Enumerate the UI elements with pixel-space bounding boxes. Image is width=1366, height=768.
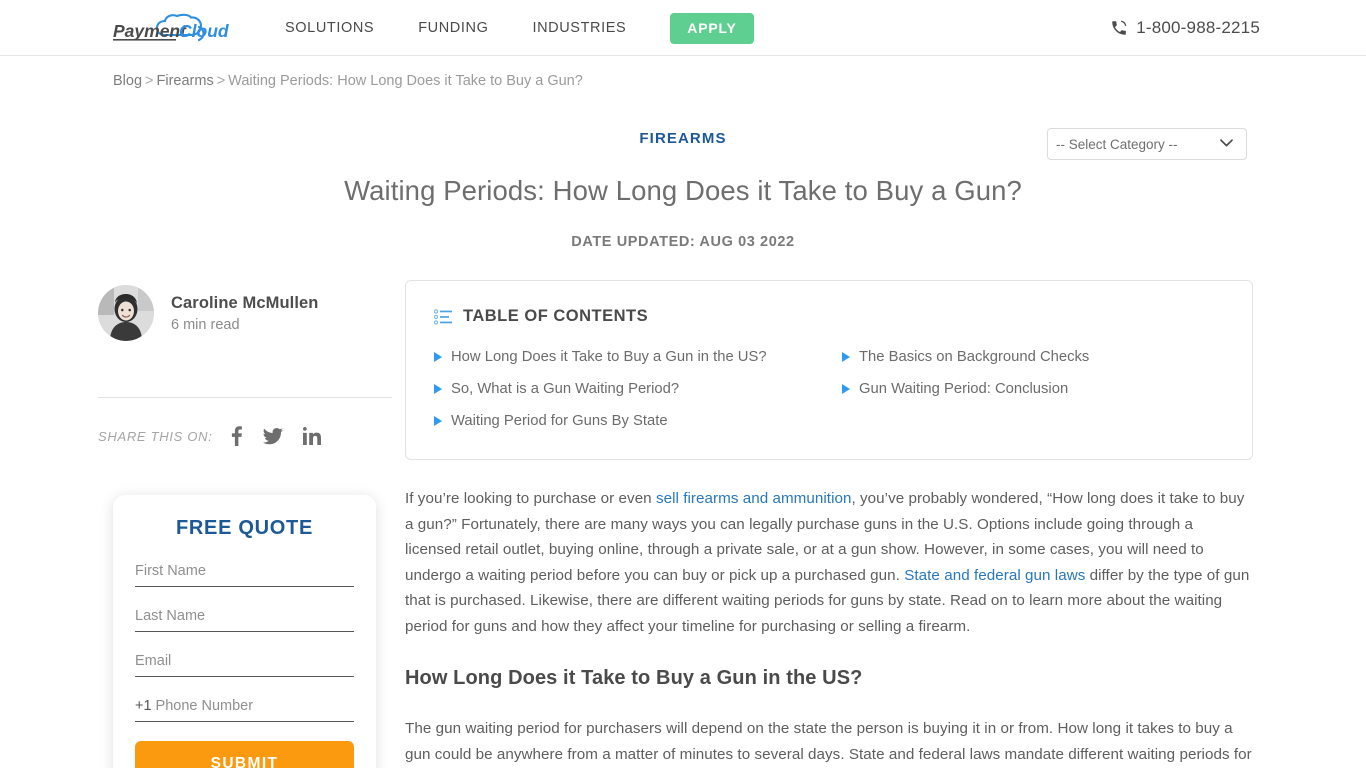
share-row: SHARE THIS ON:: [98, 426, 392, 446]
phone-field-group: +1: [135, 696, 354, 722]
phone-field[interactable]: [155, 696, 354, 721]
phone-country-prefix: +1: [135, 698, 152, 714]
play-arrow-icon: [842, 384, 850, 394]
toc-item-label: The Basics on Background Checks: [859, 349, 1090, 365]
breadcrumb-current: Waiting Periods: How Long Does it Take t…: [228, 73, 583, 89]
section-paragraph-1: The gun waiting period for purchasers wi…: [405, 720, 1252, 763]
phone-link[interactable]: 1-800-988-2215: [1110, 0, 1260, 56]
toc-item-5[interactable]: Waiting Period for Guns By State: [434, 413, 842, 429]
avatar: [98, 285, 154, 341]
list-icon: [434, 308, 452, 325]
apply-button[interactable]: APPLY: [670, 12, 754, 44]
last-name-field[interactable]: [135, 606, 354, 632]
main-nav: SOLUTIONS FUNDING INDUSTRIES APPLY: [285, 0, 754, 56]
sidebar-divider: [98, 397, 392, 398]
nav-item-industries[interactable]: INDUSTRIES: [510, 20, 648, 36]
breadcrumb-blog[interactable]: Blog: [113, 73, 142, 89]
author-block: Caroline McMullen 6 min read: [98, 280, 392, 341]
email-field[interactable]: [135, 651, 354, 677]
svg-text:Cloud: Cloud: [179, 21, 229, 41]
table-of-contents: TABLE OF CONTENTS How Long Does it Take …: [405, 280, 1253, 460]
play-arrow-icon: [434, 384, 442, 394]
avatar-photo-icon: [98, 285, 154, 341]
toc-heading: TABLE OF CONTENTS: [463, 307, 649, 325]
nav-item-funding[interactable]: FUNDING: [396, 20, 510, 36]
toc-item-label: Gun Waiting Period: Conclusion: [859, 381, 1069, 397]
category-select[interactable]: -- Select Category --: [1047, 128, 1247, 160]
author-name[interactable]: Caroline McMullen: [171, 294, 318, 313]
breadcrumb-separator: >: [145, 73, 154, 89]
play-arrow-icon: [434, 352, 442, 362]
toc-item-label: Waiting Period for Guns By State: [451, 413, 668, 429]
article-body: TABLE OF CONTENTS How Long Does it Take …: [405, 280, 1253, 768]
toc-item-1[interactable]: How Long Does it Take to Buy a Gun in th…: [434, 349, 842, 365]
toc-list: How Long Does it Take to Buy a Gun in th…: [434, 349, 1224, 429]
toc-item-3[interactable]: So, What is a Gun Waiting Period?: [434, 381, 842, 397]
play-arrow-icon: [842, 352, 850, 362]
breadcrumb-firearms[interactable]: Firearms: [157, 73, 214, 89]
submit-button[interactable]: SUBMIT: [135, 741, 354, 768]
play-arrow-icon: [434, 416, 442, 426]
breadcrumb-row: Blog > Firearms > Waiting Periods: How Long …: [0, 56, 1366, 160]
free-quote-title: FREE QUOTE: [175, 517, 313, 539]
paymentcloud-logo-icon: Payment Cloud: [113, 13, 229, 42]
phone-icon: [1112, 20, 1127, 35]
svg-text:Payment: Payment: [113, 21, 187, 41]
toc-item-label: So, What is a Gun Waiting Period?: [451, 381, 680, 397]
intro-text-1: If you’re looking to purchase or even: [405, 490, 656, 507]
share-label: SHARE THIS ON:: [98, 428, 213, 444]
toc-item-label: How Long Does it Take to Buy a Gun in th…: [451, 349, 767, 365]
intro-paragraph: If you’re looking to purchase or even se…: [405, 486, 1253, 639]
sell-firearms-link[interactable]: sell firearms and ammunition: [656, 490, 852, 507]
page-title: Waiting Periods: How Long Does it Take t…: [344, 175, 1022, 206]
facebook-icon[interactable]: [231, 426, 243, 446]
twitter-icon[interactable]: [262, 427, 283, 445]
breadcrumb-separator-2: >: [216, 73, 226, 89]
breadcrumb: Blog > Firearms > Waiting Periods: How Long …: [113, 73, 583, 89]
read-time: 6 min read: [171, 316, 240, 333]
free-quote-card: FREE QUOTE +1 SUBMIT: [113, 495, 376, 768]
linkedin-icon[interactable]: [302, 427, 321, 445]
date-updated: DATE UPDATED: AUG 03 2022: [571, 234, 795, 250]
site-logo[interactable]: Payment Cloud: [113, 13, 245, 43]
first-name-field[interactable]: [135, 561, 354, 587]
toc-item-4[interactable]: Gun Waiting Period: Conclusion: [842, 381, 1224, 397]
gun-laws-link[interactable]: State and federal gun laws: [904, 567, 1085, 584]
section-heading-1: How Long Does it Take to Buy a Gun in th…: [405, 667, 863, 689]
site-header: Payment Cloud SOLUTIONS FUNDING INDUSTRI…: [0, 0, 1366, 56]
toc-header: TABLE OF CONTENTS: [434, 307, 1224, 326]
phone-number: 1-800-988-2215: [1136, 18, 1260, 37]
nav-item-solutions[interactable]: SOLUTIONS: [285, 20, 396, 36]
article-sidebar: Caroline McMullen 6 min read SHARE THIS …: [98, 280, 392, 768]
toc-item-2[interactable]: The Basics on Background Checks: [842, 349, 1224, 365]
